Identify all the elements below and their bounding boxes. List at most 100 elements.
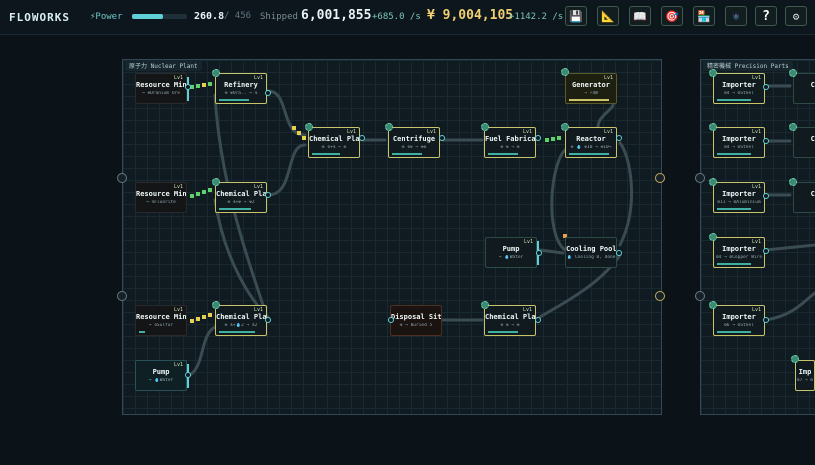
gear-icon[interactable] <box>709 69 717 77</box>
constructor-node[interactable]: Cons <box>793 73 815 104</box>
gear-icon[interactable] <box>212 69 220 77</box>
gear-icon[interactable] <box>212 301 220 309</box>
node-progress <box>392 153 422 155</box>
region-port[interactable] <box>655 291 665 301</box>
output-port[interactable] <box>185 84 191 90</box>
output-port[interactable] <box>265 317 271 323</box>
importer-node[interactable]: Lv1 Importer ⚙4 → ⚙Steel <box>713 127 765 158</box>
chemical-plant-node[interactable]: Lv1 Chemical Plant ☢ ⚗+💧2 → ⚗2 <box>215 305 267 336</box>
importer-node[interactable]: Imp ⚙7 → ⚙ <box>795 360 815 391</box>
resource-miner-node[interactable]: Lv1 Resource Miner → ⚗Sulfur <box>135 305 187 336</box>
chemical-plant-node[interactable]: Lv1 Chemical Plant ☢ ⚗+⚗ → ☢ <box>308 127 360 158</box>
node-name: Chemical Plant <box>485 313 535 321</box>
gear-icon[interactable] <box>561 68 569 76</box>
region-port[interactable] <box>117 173 127 183</box>
node-progress <box>717 263 751 265</box>
shipped-label: Shipped <box>260 12 298 22</box>
output-port[interactable] <box>185 372 191 378</box>
output-port[interactable] <box>763 248 769 254</box>
node-progress <box>219 99 249 101</box>
node-name: Cons <box>810 135 815 143</box>
factory-canvas[interactable]: 原子力 Nuclear Plant 精密機械 Precision Parts L… <box>0 35 815 465</box>
output-port[interactable] <box>265 90 271 96</box>
resource-miner-node[interactable]: Lv1 Resource Miner → ☢Uranium Ore <box>135 73 189 104</box>
node-recipe: ☢ ☢ → ☢ <box>500 323 520 328</box>
generator-node[interactable]: Lv1 Generator → ⚡4W <box>565 73 617 104</box>
target-button[interactable]: 🎯 <box>661 6 683 26</box>
output-port[interactable] <box>763 317 769 323</box>
node-recipe: ⚙4 → ⚙Steel <box>724 91 754 96</box>
output-port[interactable] <box>763 193 769 199</box>
region-port[interactable] <box>655 173 665 183</box>
node-name: Resource Miner <box>136 81 186 89</box>
node-recipe: → ⚗Fluorite <box>146 200 176 205</box>
node-name: Cooling Pool <box>566 245 616 253</box>
ruler-button[interactable]: 📐 <box>597 6 619 26</box>
gear-icon[interactable] <box>709 301 717 309</box>
gear-icon[interactable] <box>709 233 717 241</box>
centrifuge-node[interactable]: Lv1 Centrifuge ☢ ⚗☢ → ☢☢ <box>388 127 440 158</box>
importer-node[interactable]: Lv1 Importer ⚙6 → ⚙Steel <box>713 305 765 336</box>
gear-icon[interactable] <box>709 123 717 131</box>
reactor-node[interactable]: Lv1 Reactor ☢ 💧 ☢10 → ☢10→ <box>565 127 617 158</box>
resource-miner-node[interactable]: Lv1 Resource Miner → ⚗Fluorite <box>135 182 187 213</box>
shop-button[interactable]: 🏪 <box>693 6 715 26</box>
cooling-pool-node[interactable]: Cooling Pool 💧 Cooling 0, done <box>565 237 617 268</box>
node-recipe: ☢ ⚗+💧2 → ⚗2 <box>224 323 258 328</box>
gear-icon[interactable] <box>789 123 797 131</box>
importer-node[interactable]: Lv1 Importer ⚙11 → ⚙Aluminium <box>713 182 765 213</box>
output-port[interactable] <box>535 135 541 141</box>
node-recipe: ☢ ☢Ura.. → ⚗ <box>224 91 258 96</box>
gear-icon[interactable] <box>561 123 569 131</box>
constructor-node[interactable]: Cons <box>793 127 815 158</box>
node-name: Resource Miner <box>136 190 186 198</box>
output-port[interactable] <box>616 135 622 141</box>
gear-icon[interactable] <box>791 355 799 363</box>
power-meter-fill <box>132 14 164 19</box>
region-port[interactable] <box>695 173 705 183</box>
output-port[interactable] <box>616 250 622 256</box>
importer-node[interactable]: Lv1 Importer ⚙4 → ⚙Steel <box>713 73 765 104</box>
node-name: Importer <box>722 313 756 321</box>
gear-icon[interactable] <box>212 178 220 186</box>
input-port[interactable] <box>388 317 394 323</box>
output-port[interactable] <box>763 84 769 90</box>
node-progress <box>569 99 609 101</box>
chemical-plant-node[interactable]: Lv1 Chemical Plant ☢ ⚗+☢ → ☢2 <box>215 182 267 213</box>
gear-icon[interactable] <box>709 178 717 186</box>
output-port[interactable] <box>359 135 365 141</box>
fuel-fabrication-node[interactable]: Lv1 Fuel Fabrication ☢ ☢ → ☢ <box>484 127 536 158</box>
output-port[interactable] <box>265 192 271 198</box>
node-name: Pump <box>502 245 520 253</box>
gear-icon[interactable] <box>481 123 489 131</box>
output-port[interactable] <box>763 138 769 144</box>
refinery-node[interactable]: Lv1 Refinery ☢ ☢Ura.. → ⚗ <box>215 73 267 104</box>
pump-node[interactable]: Lv1 Pump → 💧Water <box>135 360 189 391</box>
settings-button[interactable]: ⚙ <box>785 6 807 26</box>
output-port[interactable] <box>439 135 445 141</box>
output-port[interactable] <box>535 317 541 323</box>
node-progress <box>219 208 251 210</box>
power-label: ⚡Power <box>90 12 123 22</box>
node-name: Importer <box>722 81 756 89</box>
gear-icon[interactable] <box>305 123 313 131</box>
node-name: Importer <box>722 190 756 198</box>
pump-node[interactable]: Lv1 Pump → 💧Water <box>485 237 539 268</box>
gear-icon[interactable] <box>789 178 797 186</box>
help-button[interactable]: ? <box>755 6 777 26</box>
save-button[interactable]: 💾 <box>565 6 587 26</box>
gear-icon[interactable] <box>385 123 393 131</box>
chemical-plant-node[interactable]: Lv1 Chemical Plant ☢ ☢ → ☢ <box>484 305 536 336</box>
disposal-site-node[interactable]: Disposal Site ☢ → Buried 5 <box>390 305 442 336</box>
node-recipe: → ☢Uranium Ore <box>142 91 180 96</box>
gear-icon[interactable] <box>789 69 797 77</box>
book-button[interactable]: 📖 <box>629 6 651 26</box>
output-port[interactable] <box>536 250 542 256</box>
node-name: Disposal Site <box>391 313 441 321</box>
research-button[interactable]: ⚛ <box>725 6 747 26</box>
gear-icon[interactable] <box>481 301 489 309</box>
importer-node[interactable]: Lv1 Importer ⚙4 → ⚙Copper Wire <box>713 237 765 268</box>
constructor-node[interactable]: Cons <box>793 182 815 213</box>
region-port[interactable] <box>117 291 127 301</box>
region-port[interactable] <box>695 291 705 301</box>
